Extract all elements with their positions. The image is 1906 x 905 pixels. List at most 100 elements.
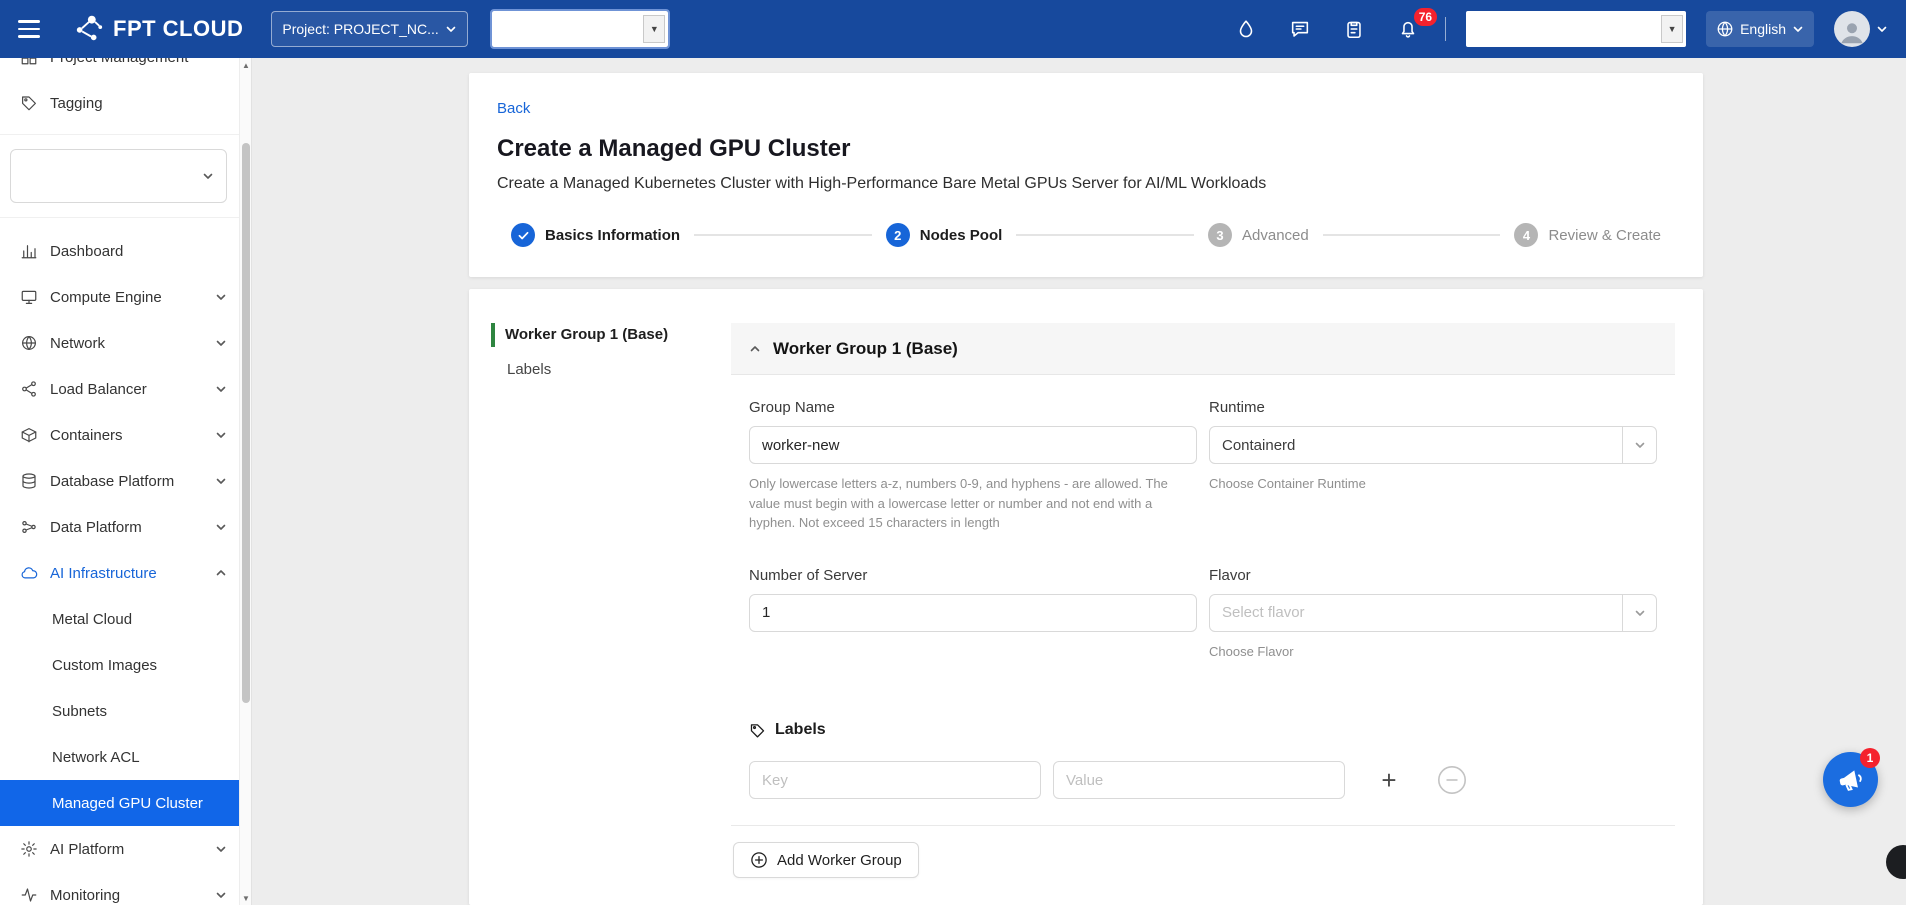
chevron-down-icon (445, 23, 457, 35)
runtime-help: Choose Container Runtime (1209, 474, 1657, 494)
sidebar-menu: Project Management Tagging Dashboard Com… (0, 58, 239, 905)
navbar-right-group: 76 ▼ English (1229, 11, 1888, 47)
group-name-input[interactable] (749, 426, 1197, 464)
sidebar-item-dashboard[interactable]: Dashboard (0, 228, 239, 274)
language-selector[interactable]: English (1706, 11, 1814, 47)
chevron-down-icon (202, 170, 214, 182)
sidebar-item-database-platform[interactable]: Database Platform (0, 458, 239, 504)
sidebar-item-load-balancer[interactable]: Load Balancer (0, 366, 239, 412)
flavor-select-placeholder: Select flavor (1210, 604, 1622, 621)
navbar-select-secondary[interactable]: ▼ (1466, 11, 1686, 47)
project-selector-label: Project: PROJECT_NC... (282, 21, 438, 37)
main-content: Back Create a Managed GPU Cluster Create… (252, 58, 1906, 905)
worker-group-nav: Worker Group 1 (Base) Labels (491, 323, 731, 905)
chevron-down-icon (1634, 607, 1646, 619)
sidebar-subitem-managed-gpu-cluster[interactable]: Managed GPU Cluster (0, 780, 239, 826)
sidebar-item-project-management[interactable]: Project Management (0, 58, 239, 80)
sidebar-subitem-network-acl[interactable]: Network ACL (0, 734, 239, 780)
navbar-select-primary[interactable]: ▼ (492, 11, 668, 47)
select-arrow (1622, 595, 1656, 631)
clipboard-icon[interactable] (1337, 12, 1371, 46)
nav-labels-label: Labels (507, 361, 551, 378)
sidebar-item-ai-platform[interactable]: AI Platform (0, 826, 239, 872)
number-of-server-field-block: Number of Server (749, 567, 1197, 662)
wizard-stepper: Basics Information 2 Nodes Pool 3 Advanc… (497, 223, 1675, 247)
sidebar-item-label: Load Balancer (50, 381, 147, 398)
chevron-down-icon (215, 521, 227, 533)
nav-labels[interactable]: Labels (491, 361, 731, 378)
remove-label-button[interactable] (1437, 765, 1467, 795)
sidebar-item-tagging[interactable]: Tagging (0, 80, 239, 126)
circle-plus-icon (750, 851, 768, 869)
chevron-down-icon (215, 383, 227, 395)
label-key-input[interactable] (749, 761, 1041, 799)
chevron-up-icon (215, 567, 227, 579)
tag-icon (749, 722, 766, 739)
tag-icon (20, 94, 38, 112)
worker-group-panel-header[interactable]: Worker Group 1 (Base) (731, 323, 1675, 375)
flavor-field-block: Flavor Select flavor Choose Flavor (1209, 567, 1657, 662)
navbar-divider (1445, 17, 1446, 41)
logo-text: FPT CLOUD (113, 16, 243, 42)
step-connector (1016, 234, 1194, 236)
bar-chart-icon (20, 242, 38, 260)
sidebar: Project Management Tagging Dashboard Com… (0, 58, 252, 905)
sidebar-subitem-label: Network ACL (52, 749, 140, 766)
worker-group-panel: Worker Group 1 (Base) Group Name Only lo… (731, 323, 1675, 905)
flavor-select[interactable]: Select flavor (1209, 594, 1657, 632)
fpt-cloud-logo[interactable]: FPT CLOUD (74, 14, 243, 44)
number-of-server-input[interactable] (749, 594, 1197, 632)
cluster-icon (20, 518, 38, 536)
megaphone-icon (1834, 763, 1867, 796)
sidebar-item-compute-engine[interactable]: Compute Engine (0, 274, 239, 320)
announcement-fab[interactable]: 1 (1823, 752, 1878, 807)
sidebar-item-ai-infrastructure[interactable]: AI Infrastructure (0, 550, 239, 596)
notification-bell-icon[interactable]: 76 (1391, 12, 1425, 46)
database-icon (20, 472, 38, 490)
select-arrow-icon: ▼ (1661, 15, 1683, 43)
project-selector[interactable]: Project: PROJECT_NC... (271, 11, 468, 47)
step-nodes-pool[interactable]: 2 Nodes Pool (886, 223, 1003, 247)
add-worker-group-button[interactable]: Add Worker Group (733, 842, 919, 878)
sidebar-subitem-custom-images[interactable]: Custom Images (0, 642, 239, 688)
step-connector (694, 234, 872, 236)
step-advanced[interactable]: 3 Advanced (1208, 223, 1309, 247)
add-worker-group-label: Add Worker Group (777, 852, 902, 869)
step-label: Nodes Pool (920, 227, 1003, 244)
runtime-select[interactable]: Containerd (1209, 426, 1657, 464)
nav-worker-group-1[interactable]: Worker Group 1 (Base) (491, 323, 731, 347)
support-chat-icon[interactable] (1283, 12, 1317, 46)
check-icon (517, 229, 530, 242)
sidebar-scrollbar: ▲ ▼ (239, 58, 251, 905)
minus-circle-icon (1437, 765, 1467, 795)
scrollbar-down-arrow[interactable]: ▼ (240, 891, 252, 905)
labels-section-header: Labels (749, 721, 1657, 739)
sidebar-item-label: Compute Engine (50, 289, 162, 306)
user-menu[interactable] (1834, 11, 1888, 47)
step-review-create[interactable]: 4 Review & Create (1514, 223, 1661, 247)
sidebar-item-data-platform[interactable]: Data Platform (0, 504, 239, 550)
back-link[interactable]: Back (497, 99, 530, 119)
step-number-circle: 3 (1208, 223, 1232, 247)
sidebar-item-monitoring[interactable]: Monitoring (0, 872, 239, 905)
sidebar-subitem-subnets[interactable]: Subnets (0, 688, 239, 734)
group-name-label: Group Name (749, 399, 1197, 416)
step-label: Advanced (1242, 227, 1309, 244)
runtime-field-block: Runtime Containerd Choose Container Runt… (1209, 399, 1657, 533)
sidebar-project-select[interactable] (10, 149, 227, 203)
sidebar-subitem-metal-cloud[interactable]: Metal Cloud (0, 596, 239, 642)
scrollbar-up-arrow[interactable]: ▲ (240, 58, 252, 72)
scrollbar-thumb[interactable] (242, 143, 250, 703)
flavor-label: Flavor (1209, 567, 1657, 584)
droplet-icon[interactable] (1229, 12, 1263, 46)
step-basics-information[interactable]: Basics Information (511, 223, 680, 247)
sidebar-item-network[interactable]: Network (0, 320, 239, 366)
hamburger-menu-icon[interactable] (18, 12, 52, 46)
label-value-input[interactable] (1053, 761, 1345, 799)
sidebar-item-containers[interactable]: Containers (0, 412, 239, 458)
sidebar-item-label: Containers (50, 427, 123, 444)
flavor-help: Choose Flavor (1209, 642, 1657, 662)
sidebar-select-wrap (0, 135, 239, 218)
labels-section-title: Labels (775, 721, 826, 739)
add-label-button[interactable]: + (1369, 761, 1409, 799)
